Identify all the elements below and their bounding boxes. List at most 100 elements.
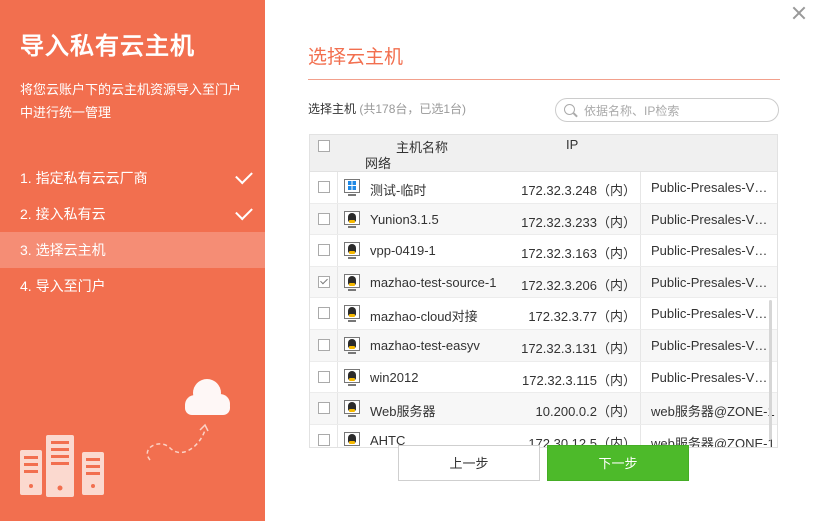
windows-os-icon <box>344 179 360 196</box>
table-row[interactable]: win2012 172.32.3.115（内） Public-Presales-VP… <box>310 361 777 394</box>
host-name: vpp-0419-1 <box>370 243 436 259</box>
host-name: mazhao-test-easyv <box>370 337 480 353</box>
host-ip: 172.32.3.248（内） <box>521 183 636 198</box>
step-2: 2. 接入私有云 <box>0 196 265 232</box>
step-label: 2. 接入私有云 <box>20 206 106 222</box>
step-1: 1. 指定私有云云厂商 <box>0 160 265 196</box>
host-name: mazhao-test-source-1 <box>370 274 497 290</box>
select-label: 选择主机 <box>308 102 357 116</box>
host-table: 主机名称 IP 网络 测试-临时 172.32.3.248（内） Public-Pr… <box>309 134 778 448</box>
column-divider <box>640 266 641 298</box>
linux-os-icon <box>344 210 360 228</box>
column-header-ip: IP <box>566 137 579 152</box>
table-body: 测试-临时 172.32.3.248（内） Public-Presales-VPC.… <box>310 172 777 447</box>
host-network: Public-Presales-VPC... <box>651 337 775 353</box>
column-header-network: 网络 <box>365 156 392 171</box>
host-name: 测试-临时 <box>370 183 427 198</box>
sidebar-title: 导入私有云主机 <box>20 33 195 60</box>
row-checkbox[interactable] <box>318 433 330 446</box>
table-row[interactable]: mazhao-test-source-1 172.32.3.206（内） Publi… <box>310 266 777 299</box>
column-divider <box>640 361 641 393</box>
check-icon <box>235 202 253 221</box>
host-network: Public-Presales-VPC... <box>651 180 775 195</box>
row-checkbox[interactable] <box>318 307 330 320</box>
column-divider <box>337 361 338 393</box>
row-checkbox[interactable] <box>318 244 330 257</box>
column-divider <box>337 172 338 203</box>
column-divider <box>337 266 338 298</box>
host-network: Public-Presales-VPC... <box>651 369 775 385</box>
column-header-name: 主机名称 <box>396 140 449 155</box>
host-name: mazhao-cloud对接 <box>370 309 478 325</box>
row-checkbox[interactable] <box>318 181 330 193</box>
page-title: 选择云主机 <box>308 47 404 68</box>
table-row[interactable]: mazhao-test-easyv 172.32.3.131（内） Public-P… <box>310 329 777 362</box>
column-divider <box>337 329 338 361</box>
row-checkbox[interactable] <box>318 370 330 383</box>
host-name: Yunion3.1.5 <box>370 211 439 227</box>
column-divider <box>640 172 641 203</box>
host-network: Public-Presales-VPC... <box>651 306 775 322</box>
column-divider <box>640 203 641 235</box>
table-row[interactable]: Yunion3.1.5 172.32.3.233（内） Public-Presale… <box>310 203 777 236</box>
column-divider <box>640 329 641 361</box>
column-divider <box>337 235 338 266</box>
linux-os-icon <box>344 273 360 291</box>
column-divider <box>640 298 641 329</box>
host-name: win2012 <box>370 369 419 385</box>
column-divider <box>337 203 338 235</box>
table-row[interactable]: vpp-0419-1 172.32.3.163（内） Public-Presales… <box>310 235 777 267</box>
column-divider <box>640 393 641 424</box>
step-list: 1. 指定私有云云厂商 2. 接入私有云 3. 选择云主机 4. 导入至门户 <box>0 160 265 304</box>
linux-os-icon <box>344 431 360 447</box>
next-step-button[interactable]: 下一步 <box>547 445 689 481</box>
search-icon <box>564 104 575 115</box>
host-network: Public-Presales-VPC... <box>651 211 775 227</box>
select-count: (共178台，已选1台) <box>359 102 467 116</box>
host-network: Public-Presales-VPC... <box>651 243 775 259</box>
row-checkbox[interactable] <box>318 338 330 351</box>
row-checkbox[interactable] <box>318 275 330 288</box>
search-box[interactable] <box>555 98 779 122</box>
table-scrollbar[interactable] <box>769 300 772 440</box>
selection-summary: 选择主机 (共178台，已选1台) <box>308 100 466 117</box>
table-header: 主机名称 IP 网络 <box>310 135 777 172</box>
host-ip: 172.32.3.77（内） <box>528 309 636 325</box>
host-ip: 172.32.3.131（内） <box>521 340 636 356</box>
host-name: Web服务器 <box>370 404 436 420</box>
linux-os-icon <box>344 242 360 260</box>
sidebar: 导入私有云主机 将您云账户下的云主机资源导入至门户中进行统一管理 1. 指定私有… <box>0 0 265 521</box>
close-icon[interactable] <box>792 6 806 20</box>
host-ip: 172.32.3.233（内） <box>521 214 636 230</box>
check-icon <box>235 166 253 185</box>
table-row[interactable]: 测试-临时 172.32.3.248（内） Public-Presales-VPC.… <box>310 172 777 204</box>
linux-os-icon <box>344 368 360 386</box>
column-divider <box>640 235 641 266</box>
search-input[interactable] <box>582 101 771 121</box>
step-3: 3. 选择云主机 <box>0 232 265 268</box>
select-all-checkbox[interactable] <box>318 140 330 152</box>
host-ip: 172.32.3.115（内） <box>522 372 636 388</box>
linux-os-icon <box>344 336 360 354</box>
step-label: 4. 导入至门户 <box>20 278 106 294</box>
table-row[interactable]: AHTC 172.30.12.5（内） web服务器@ZONE-1 <box>310 424 777 447</box>
table-row[interactable]: mazhao-cloud对接 172.32.3.77（内） Public-Presa… <box>310 298 777 330</box>
step-4: 4. 导入至门户 <box>0 268 265 304</box>
host-ip: 10.200.0.2（内） <box>535 404 636 420</box>
cloud-servers-illustration <box>20 379 230 497</box>
column-divider <box>337 298 338 329</box>
step-label: 1. 指定私有云云厂商 <box>20 170 148 186</box>
table-row[interactable]: Web服务器 10.200.0.2（内） web服务器@ZONE-1 <box>310 393 777 425</box>
linux-os-icon <box>344 305 360 323</box>
sidebar-description: 将您云账户下的云主机资源导入至门户中进行统一管理 <box>20 82 242 120</box>
previous-step-button[interactable]: 上一步 <box>398 445 540 481</box>
row-checkbox[interactable] <box>318 402 330 415</box>
column-divider <box>337 424 338 447</box>
step-label: 3. 选择云主机 <box>20 242 106 258</box>
host-ip: 172.32.3.163（内） <box>521 246 636 262</box>
host-ip: 172.32.3.206（内） <box>521 277 636 293</box>
host-network: Public-Presales-VPC... <box>651 274 775 290</box>
column-divider <box>337 393 338 424</box>
title-divider <box>308 79 780 80</box>
row-checkbox[interactable] <box>318 212 330 225</box>
